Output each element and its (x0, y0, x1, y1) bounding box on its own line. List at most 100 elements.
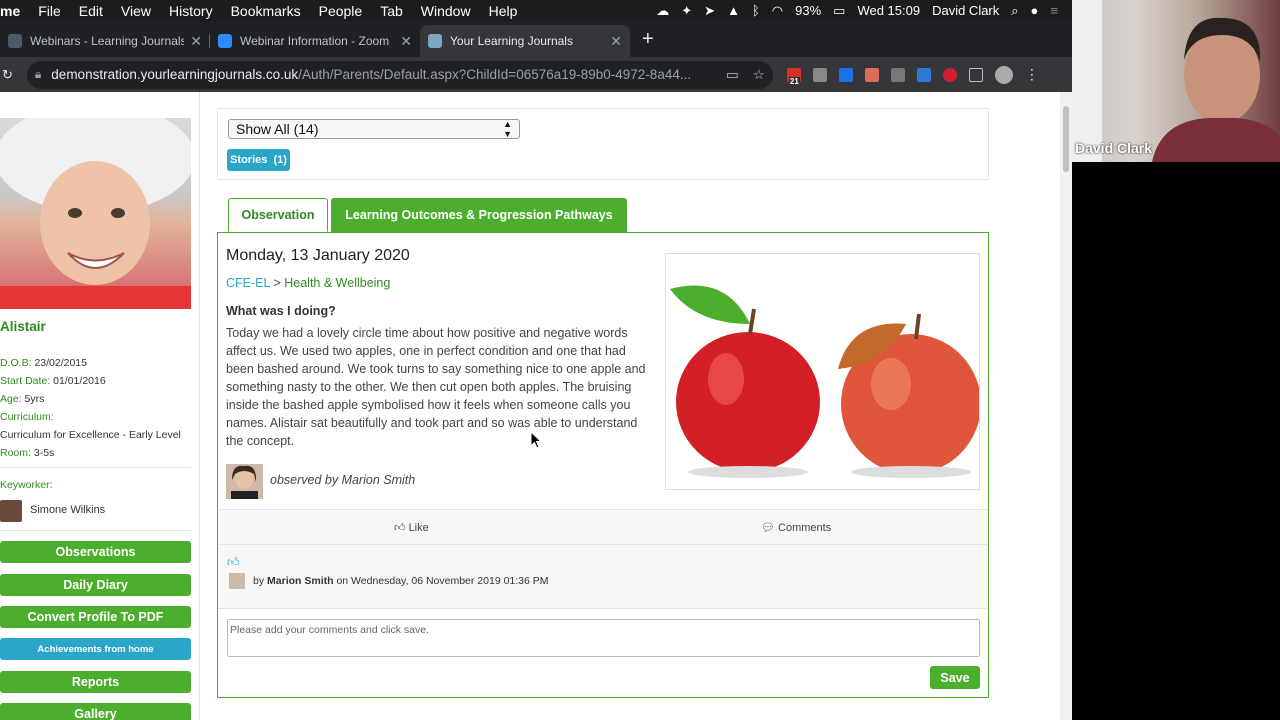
reload-icon[interactable]: ↻ (2, 67, 13, 83)
filter-select-value: Show All (14) (236, 121, 319, 137)
profile-avatar-icon[interactable] (994, 65, 1013, 84)
drive-ext-icon[interactable] (812, 67, 827, 82)
filter-box: Show All (14) ▲ ▼ Stories (1) (217, 108, 989, 180)
menu-bookmarks[interactable]: Bookmarks (222, 3, 310, 19)
close-icon[interactable]: ✕ (400, 33, 412, 50)
apples-photo[interactable] (665, 253, 981, 490)
like-prefix: by (253, 575, 265, 587)
video-panel: David Clark (1072, 0, 1280, 720)
crumb-separator: > (270, 276, 285, 290)
app-menu[interactable]: me (0, 3, 29, 19)
like-date: on Wednesday, 06 November 2019 01:36 PM (336, 575, 549, 587)
zoom-favicon-icon (218, 34, 232, 48)
close-icon[interactable]: ✕ (610, 33, 622, 50)
tab-webinars[interactable]: Webinars - Learning Journals ✕ (0, 25, 210, 57)
tab-observation[interactable]: Observation (228, 198, 328, 232)
stories-button[interactable]: Stories (1) (227, 149, 290, 171)
child-name: Alistair (0, 319, 46, 334)
like-label: Like (408, 522, 429, 534)
outlook-ext-icon[interactable] (916, 67, 931, 82)
battery-percent: 93% (795, 3, 822, 18)
like-button[interactable]: 👍︎ Like (394, 521, 429, 534)
cast-icon[interactable] (968, 67, 983, 82)
extensions: 21 ⋮ (786, 65, 1039, 86)
web-page: Alistair D.O.B: 23/02/2015 Start Date: 0… (0, 92, 1072, 720)
dob-label: D.O.B: (0, 357, 32, 369)
cloud-icon[interactable]: ☁ (650, 3, 675, 19)
menu-tab[interactable]: Tab (371, 3, 412, 19)
user-name[interactable]: David Clark (926, 3, 1005, 18)
status-area: ☁ ✦ ➤ ▲ ᛒ ◠ 93% ▭ Wed 15:09 David Clark … (650, 3, 1072, 19)
convert-profile-pdf-button[interactable]: Convert Profile To PDF (0, 606, 191, 628)
edit-ext-icon[interactable] (838, 67, 853, 82)
star-icon[interactable]: ☆ (753, 67, 765, 83)
drive-icon[interactable]: ▲ (721, 3, 746, 18)
crumb-cfe[interactable]: CFE-EL (226, 276, 270, 290)
kebab-menu-icon[interactable]: ⋮ (1025, 66, 1039, 83)
battery-icon[interactable]: ▭ (827, 3, 851, 19)
tab-zoom[interactable]: Webinar Information - Zoom ✕ (210, 25, 420, 57)
screen: me File Edit View History Bookmarks Peop… (0, 0, 1280, 720)
page-scrollbar[interactable] (1060, 92, 1072, 720)
room-label: Room: (0, 447, 31, 459)
observed-by: observed by Marion Smith (270, 473, 416, 487)
wifi-icon[interactable]: ◠ (766, 3, 789, 19)
tab-title: Your Learning Journals (450, 34, 573, 48)
tab-learning-outcomes[interactable]: Learning Outcomes & Progression Pathways (331, 198, 627, 232)
hand-ext-icon[interactable] (942, 67, 957, 82)
daily-diary-button[interactable]: Daily Diary (0, 574, 191, 596)
age-row: Age: 5yrs (0, 393, 44, 405)
start-date-row: Start Date: 01/01/2016 (0, 375, 106, 387)
comments-label: Comments (778, 522, 832, 534)
crumb-health[interactable]: Health & Wellbeing (284, 276, 390, 290)
gallery-button[interactable]: Gallery (0, 703, 191, 720)
lock-icon[interactable]: 🔒︎ (35, 67, 41, 82)
dob-row: D.O.B: 23/02/2015 (0, 357, 87, 369)
clip-ext-icon[interactable] (864, 67, 879, 82)
journal-favicon-icon (8, 34, 22, 48)
puzzle-icon[interactable]: ✦ (675, 3, 698, 19)
achievements-from-home-button[interactable]: Achievements from home (0, 638, 191, 660)
speech-bubble-icon: 💬︎ (761, 522, 775, 534)
journal-favicon-icon (428, 34, 442, 48)
send-icon[interactable]: ➤ (698, 3, 721, 19)
room-value: 3-5s (33, 447, 55, 459)
cast-icon[interactable]: ▭ (726, 67, 739, 83)
menu-edit[interactable]: Edit (70, 3, 112, 19)
menu-help[interactable]: Help (480, 3, 527, 19)
siri-icon[interactable]: ● (1025, 3, 1045, 18)
observations-button[interactable]: Observations (0, 541, 191, 563)
comments-button[interactable]: 💬︎ Comments (761, 521, 831, 534)
like-entry: by Marion Smith on Wednesday, 06 Novembe… (253, 575, 549, 587)
address-bar[interactable]: 🔒︎ demonstration.yourlearningjournals.co… (26, 60, 773, 89)
reports-button[interactable]: Reports (0, 671, 191, 693)
divider (0, 467, 191, 468)
filter-select[interactable]: Show All (14) ▲ ▼ (228, 119, 520, 139)
tab-title: Webinar Information - Zoom (240, 34, 390, 48)
comment-textarea[interactable]: Please add your comments and click save. (227, 619, 980, 657)
webcam-feed: David Clark (1072, 0, 1280, 162)
menu-view[interactable]: View (112, 3, 160, 19)
dob-value: 23/02/2015 (34, 357, 87, 369)
menu-window[interactable]: Window (412, 3, 480, 19)
menu-people[interactable]: People (310, 3, 372, 19)
divider (0, 530, 191, 531)
tab-learning-journals[interactable]: Your Learning Journals ✕ (420, 25, 630, 57)
close-icon[interactable]: ✕ (190, 33, 202, 50)
menu-history[interactable]: History (160, 3, 222, 19)
participant-name: David Clark (1075, 140, 1153, 156)
save-button[interactable]: Save (930, 666, 980, 689)
age-label: Age: (0, 393, 22, 405)
child-sidebar: Alistair D.O.B: 23/02/2015 Start Date: 0… (0, 92, 200, 720)
calendar-ext-icon[interactable]: 21 (786, 67, 801, 86)
search-icon[interactable]: ⌕ (1005, 3, 1024, 19)
bluetooth-icon[interactable]: ᛒ (746, 3, 766, 18)
grey-ext-icon[interactable] (890, 67, 905, 82)
new-tab-icon[interactable]: + (630, 28, 666, 57)
menu-file[interactable]: File (29, 3, 70, 19)
observer-avatar (226, 464, 263, 499)
select-arrows-icon: ▲ ▼ (503, 119, 512, 139)
scroll-thumb[interactable] (1063, 106, 1069, 172)
clock[interactable]: Wed 15:09 (851, 3, 926, 18)
menu-lines-icon[interactable]: ≡ (1044, 3, 1064, 18)
